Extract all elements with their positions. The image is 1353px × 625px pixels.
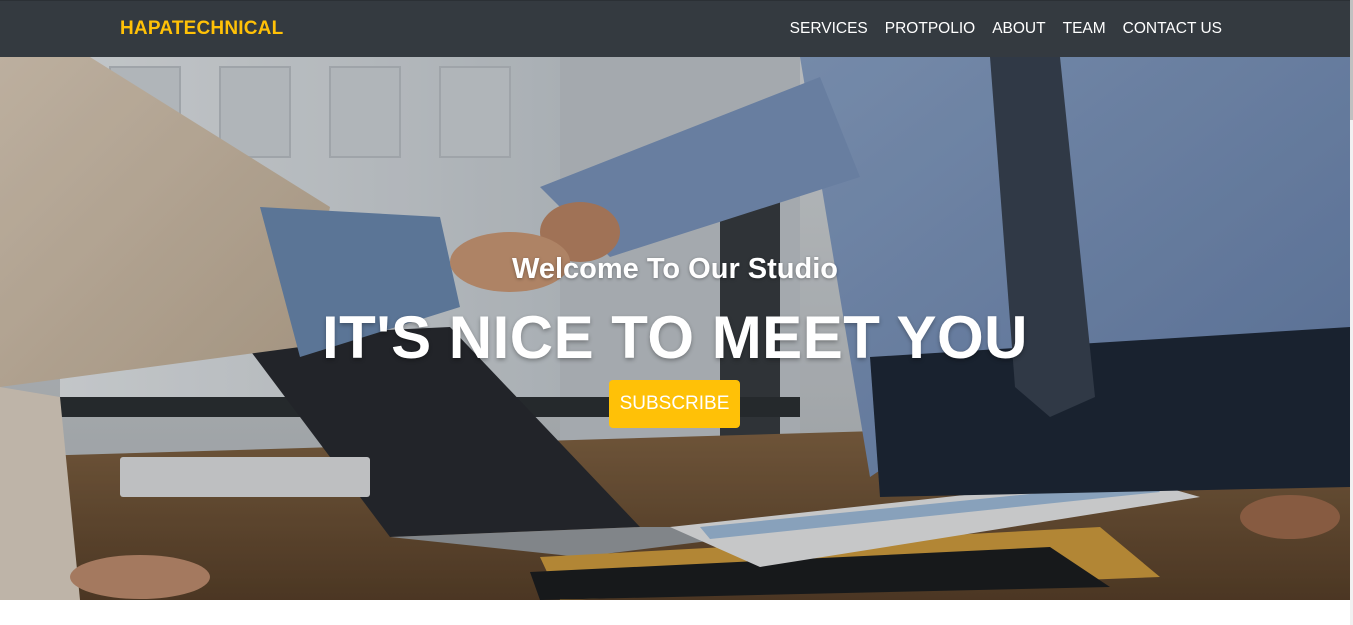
hero-section: Welcome To Our Studio IT'S NICE TO MEET … <box>0 57 1350 600</box>
page: HAPATECHNICAL SERVICES PROTPOLIO ABOUT T… <box>0 0 1353 625</box>
subscribe-button[interactable]: SUBSCRIBE <box>609 380 740 428</box>
nav-link-portfolio[interactable]: PROTPOLIO <box>885 20 975 38</box>
nav-link-contact[interactable]: CONTACT US <box>1123 20 1222 38</box>
navbar: HAPATECHNICAL SERVICES PROTPOLIO ABOUT T… <box>0 0 1350 57</box>
hero-heading: IT'S NICE TO MEET YOU <box>322 304 1028 371</box>
brand-logo[interactable]: HAPATECHNICAL <box>120 18 283 40</box>
hero-content: Welcome To Our Studio IT'S NICE TO MEET … <box>0 57 1350 600</box>
hero-subheading: Welcome To Our Studio <box>512 253 838 285</box>
nav-link-services[interactable]: SERVICES <box>790 20 868 38</box>
nav-links: SERVICES PROTPOLIO ABOUT TEAM CONTACT US <box>790 20 1222 38</box>
nav-link-about[interactable]: ABOUT <box>992 20 1045 38</box>
nav-link-team[interactable]: TEAM <box>1063 20 1106 38</box>
